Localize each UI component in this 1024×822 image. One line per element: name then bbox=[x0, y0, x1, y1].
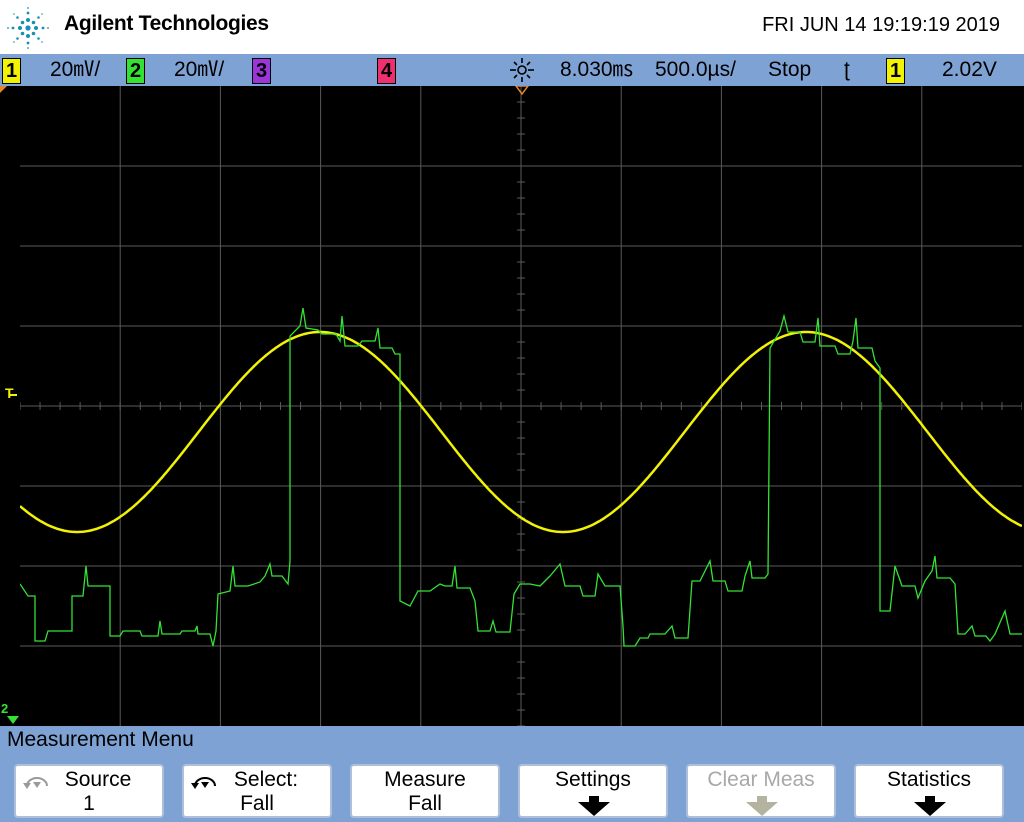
down-arrow-icon bbox=[746, 796, 778, 816]
measure-softkey-label: Measure bbox=[384, 768, 466, 791]
waveform-display[interactable] bbox=[20, 86, 1022, 726]
down-arrow-icon bbox=[578, 796, 610, 816]
down-arrow-icon bbox=[914, 796, 946, 816]
clear-meas-softkey[interactable]: Clear Meas bbox=[686, 764, 836, 818]
display-corner-marker-icon bbox=[0, 86, 7, 93]
settings-softkey-label: Settings bbox=[555, 768, 631, 791]
channel-4-badge[interactable]: 4 bbox=[377, 58, 396, 84]
channel-1-scale[interactable]: 20㎷/ bbox=[50, 57, 100, 83]
trigger-level-marker: T bbox=[5, 385, 14, 401]
timebase-scale[interactable]: 500.0µs/ bbox=[655, 57, 736, 83]
channel-2-scale[interactable]: 20㎷/ bbox=[174, 57, 224, 83]
statistics-softkey[interactable]: Statistics bbox=[854, 764, 1004, 818]
measure-softkey-value: Fall bbox=[408, 792, 442, 815]
menu-title: Measurement Menu bbox=[7, 728, 194, 751]
brand-name: Agilent Technologies bbox=[64, 12, 269, 35]
channel-2-ground-marker: 2 bbox=[1, 701, 9, 716]
trigger-level[interactable]: 2.02V bbox=[942, 57, 997, 83]
select-softkey[interactable]: Select: Fall bbox=[182, 764, 332, 818]
trigger-source-badge[interactable]: 1 bbox=[886, 58, 905, 84]
status-bar: 1 20㎷/ 2 20㎷/ 3 4 8.030㎳ 500.0µs/ Stop ʈ… bbox=[0, 54, 1024, 86]
source-softkey[interactable]: Source 1 bbox=[14, 764, 164, 818]
channel-2-ground-arrow-icon bbox=[7, 716, 19, 724]
select-softkey-value: Fall bbox=[240, 792, 274, 815]
clear-meas-softkey-label: Clear Meas bbox=[707, 768, 815, 791]
run-state: Stop bbox=[768, 58, 812, 81]
select-softkey-label: Select: bbox=[233, 768, 299, 791]
channel-2-badge[interactable]: 2 bbox=[126, 58, 145, 84]
source-softkey-value: 1 bbox=[83, 792, 95, 815]
trigger-slope-icon: ʈ bbox=[844, 58, 850, 81]
trigger-level-line bbox=[9, 394, 17, 396]
source-softkey-label: Source bbox=[64, 768, 132, 791]
left-gutter bbox=[0, 86, 20, 726]
menu-title-bar: Measurement Menu bbox=[0, 726, 1024, 756]
channel-3-badge[interactable]: 3 bbox=[252, 58, 271, 84]
date-time: FRI JUN 14 19:19:19 2019 bbox=[762, 14, 1000, 36]
header-bar: Agilent Technologies FRI JUN 14 19:19:19… bbox=[0, 0, 1024, 54]
agilent-spark-logo-icon bbox=[7, 7, 49, 49]
softkey-bar: Source 1 Select: Fall Measure Fall Setti… bbox=[0, 756, 1024, 822]
horizontal-delay[interactable]: 8.030㎳ bbox=[560, 57, 634, 83]
measure-softkey[interactable]: Measure Fall bbox=[350, 764, 500, 818]
trigger-position-marker-icon bbox=[515, 86, 529, 96]
channel-1-badge[interactable]: 1 bbox=[2, 58, 21, 84]
statistics-softkey-label: Statistics bbox=[886, 768, 972, 791]
settings-softkey[interactable]: Settings bbox=[518, 764, 668, 818]
delay-knob-icon bbox=[510, 58, 534, 82]
